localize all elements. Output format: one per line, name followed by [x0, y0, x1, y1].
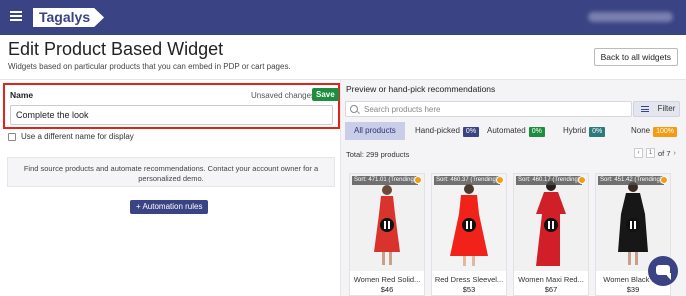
chevron-left-icon[interactable]: ‹ — [634, 148, 643, 158]
preview-panel: Preview or hand-pick recommendations Sea… — [341, 80, 686, 296]
product-price: $53 — [462, 285, 476, 294]
search-icon — [350, 105, 358, 113]
pin-icon[interactable] — [626, 218, 640, 232]
status-dot — [496, 176, 504, 184]
hybrid-badge: 0% — [589, 127, 606, 137]
product-price: $39 — [626, 285, 640, 294]
widget-name-input[interactable] — [10, 105, 333, 125]
sort-score-badge: Sort: 460.37 (Trending) — [434, 176, 500, 185]
tab-none[interactable]: None 100% — [631, 122, 678, 140]
user-account-menu[interactable] — [588, 12, 673, 22]
top-navbar: Tagalys — [0, 0, 686, 35]
status-dot — [660, 176, 668, 184]
pagination: ‹ 1 of 7 › — [634, 148, 676, 158]
product-name: Women Red Solid... — [353, 275, 421, 284]
back-to-widgets-button[interactable]: Back to all widgets — [593, 48, 678, 66]
preview-title: Preview or hand-pick recommendations — [346, 84, 496, 94]
chevron-right-icon[interactable]: › — [674, 150, 676, 157]
filter-label: Filter — [657, 104, 676, 113]
product-card[interactable]: Sort: 460.37 (Trending) Red Dress Sleeve… — [431, 173, 507, 296]
unsaved-changes-text: Unsaved changes — [251, 91, 316, 100]
page-title: Edit Product Based Widget — [8, 39, 224, 59]
pin-icon[interactable] — [544, 218, 558, 232]
widget-settings-panel: Name Unsaved changes Save Use a differen… — [0, 80, 341, 296]
tab-label: Hand-picked — [415, 126, 460, 135]
tab-automated[interactable]: Automated 0% — [487, 122, 545, 140]
display-name-checkbox[interactable] — [8, 132, 16, 141]
page-subtitle: Widgets based on particular products tha… — [8, 62, 291, 71]
display-name-option[interactable]: Use a different name for display — [8, 132, 134, 141]
tagalys-logo[interactable]: Tagalys — [33, 8, 105, 27]
sort-score-badge: Sort: 451.42 (Trending) — [598, 176, 664, 185]
filter-icon — [641, 106, 649, 112]
total-products-count: Total: 299 products — [346, 150, 410, 159]
chat-widget-icon[interactable] — [648, 256, 678, 286]
hand-picked-badge: 0% — [462, 127, 480, 137]
tab-label: Automated — [487, 126, 526, 135]
pin-icon[interactable] — [380, 218, 394, 232]
product-card[interactable]: Sort: 471.01 (Trending) Women Red Solid.… — [349, 173, 425, 296]
search-placeholder: Search products here — [364, 105, 441, 114]
none-badge: 100% — [653, 127, 678, 137]
tab-hand-picked[interactable]: Hand-picked 0% — [415, 122, 480, 140]
product-card[interactable]: Sort: 460.17 (Trending) Women Maxi Red..… — [513, 173, 589, 296]
pin-icon[interactable] — [462, 218, 476, 232]
tab-label: All products — [354, 126, 396, 135]
sort-score-badge: Sort: 460.17 (Trending) — [516, 176, 582, 185]
page-of-label: of 7 — [658, 148, 671, 158]
automation-rules-button[interactable]: + Automation rules — [130, 200, 209, 214]
automation-info-text: Find source products and automate recomm… — [7, 157, 335, 187]
filter-button[interactable]: Filter — [633, 101, 680, 117]
tab-hybrid[interactable]: Hybrid 0% — [563, 122, 606, 140]
status-dot — [414, 176, 422, 184]
tab-all-products[interactable]: All products — [345, 122, 405, 140]
display-name-checkbox-label[interactable]: Use a different name for display — [21, 132, 134, 141]
product-price: $67 — [544, 285, 558, 294]
recommendation-tabs: All products Hand-picked 0% Automated 0% H… — [345, 122, 680, 140]
automated-badge: 0% — [528, 127, 545, 137]
name-label: Name — [10, 90, 34, 100]
save-button[interactable]: Save — [312, 88, 339, 101]
tab-label: None — [631, 126, 651, 135]
page-number[interactable]: 1 — [646, 148, 655, 158]
status-dot — [578, 176, 586, 184]
page-header: Edit Product Based Widget Widgets based … — [0, 35, 686, 80]
product-name: Women Maxi Red... — [518, 275, 584, 284]
product-price: $46 — [380, 285, 394, 294]
product-name: Red Dress Sleevel... — [434, 275, 504, 284]
hamburger-icon[interactable] — [10, 11, 22, 21]
sort-score-badge: Sort: 471.01 (Trending) — [352, 176, 418, 185]
tab-label: Hybrid — [563, 126, 587, 135]
product-search-input[interactable]: Search products here — [345, 101, 632, 117]
name-field-group: Name Unsaved changes Save — [3, 83, 340, 129]
